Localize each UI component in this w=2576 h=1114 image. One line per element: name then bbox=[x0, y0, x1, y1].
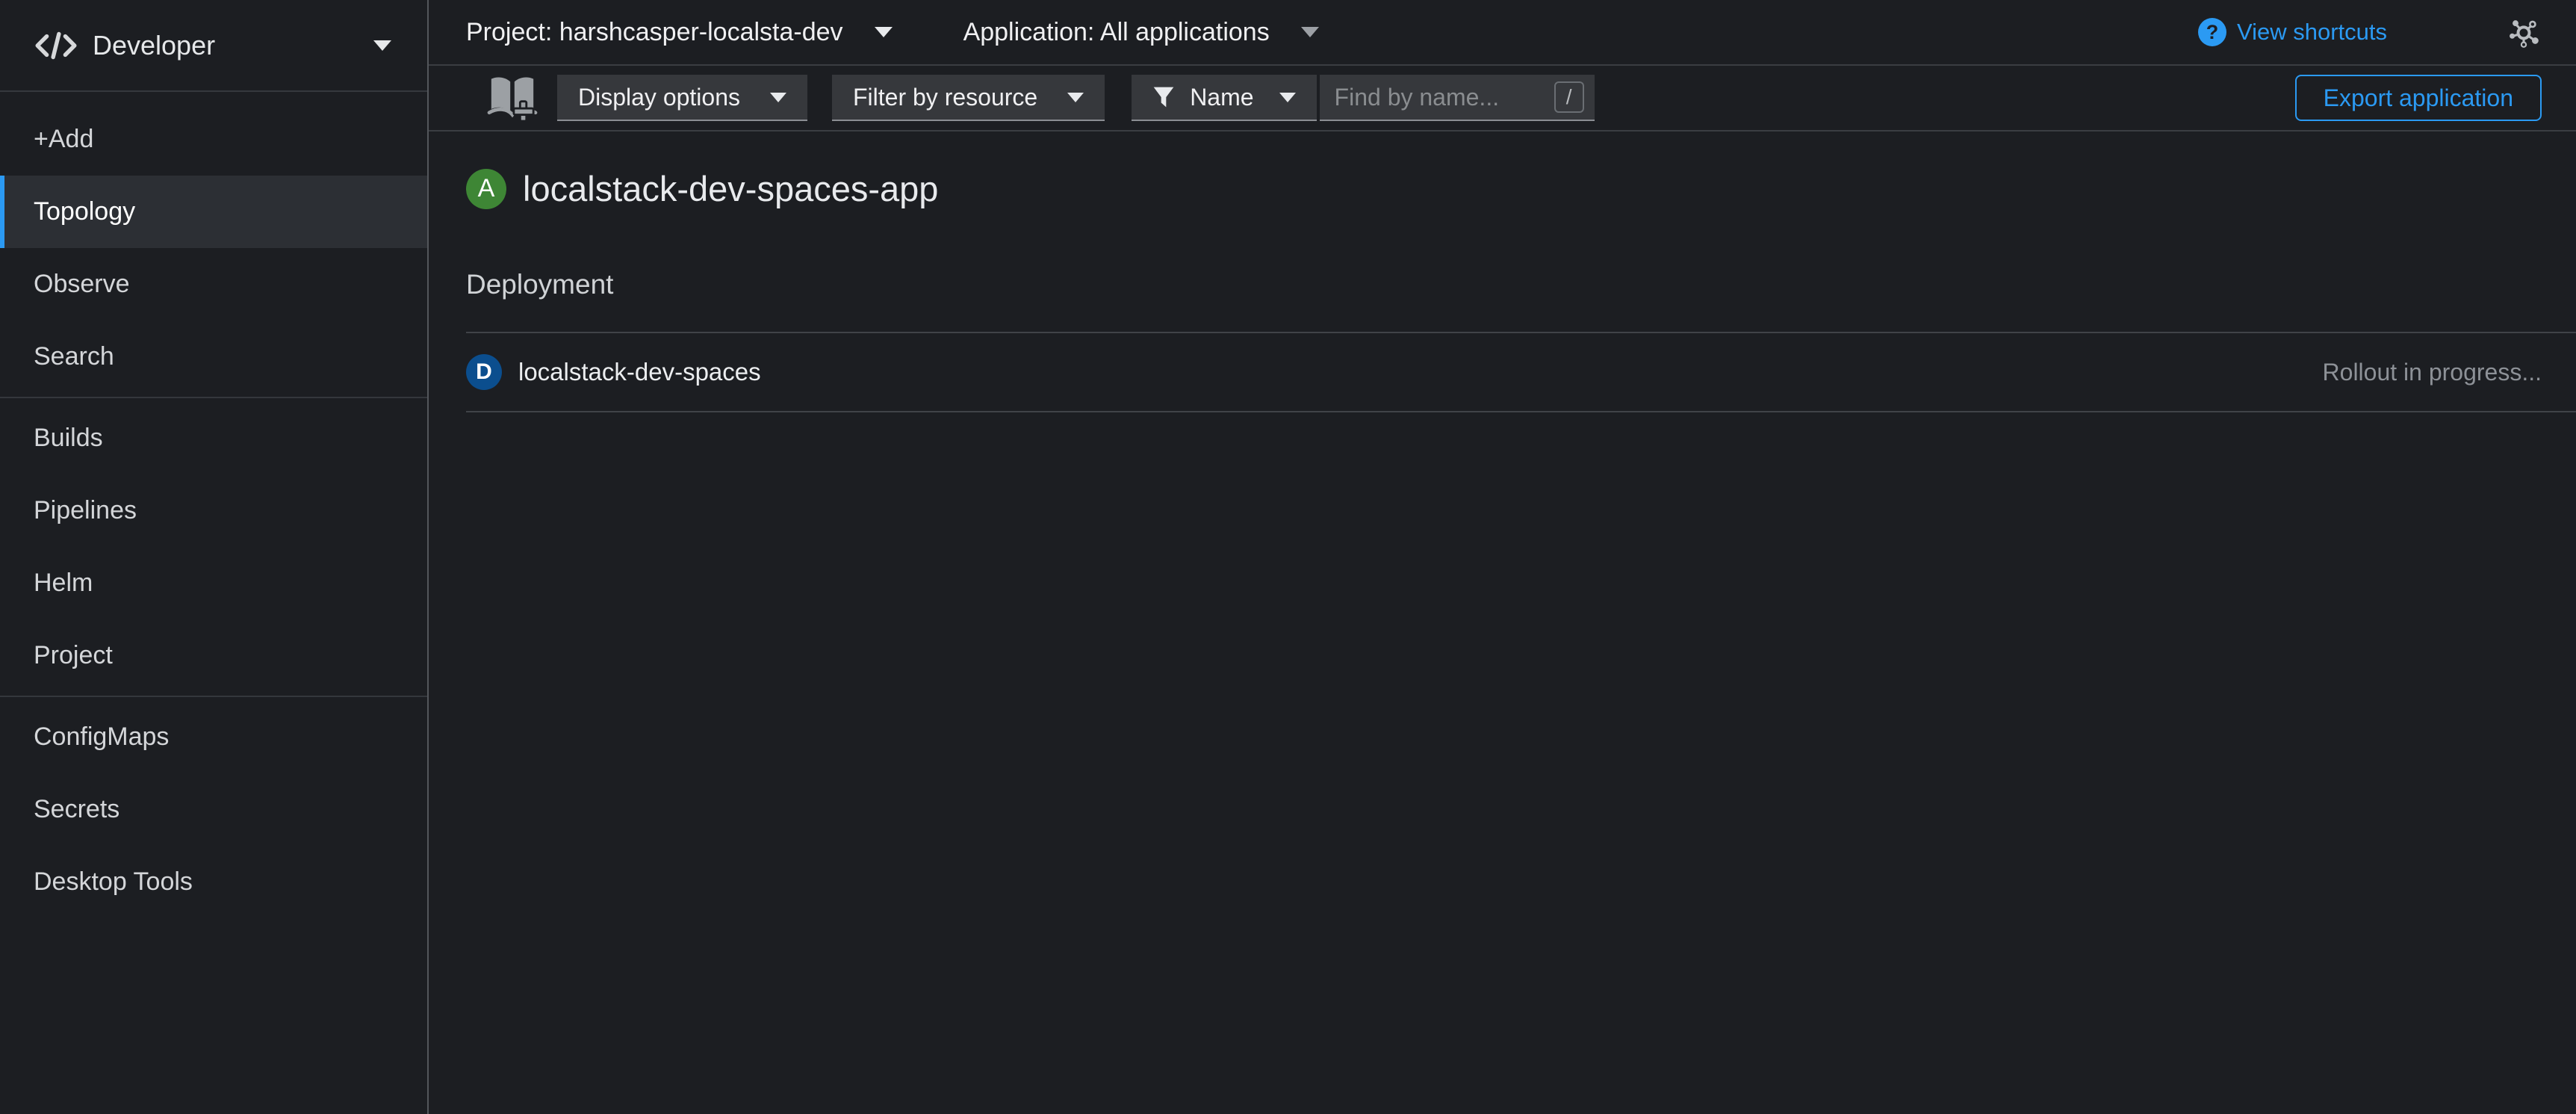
chevron-down-icon bbox=[875, 27, 893, 37]
resource-name: localstack-dev-spaces bbox=[518, 358, 761, 386]
sidebar-item-search[interactable]: Search bbox=[0, 321, 427, 393]
view-shortcuts-link[interactable]: ? View shortcuts bbox=[2198, 18, 2387, 46]
chevron-down-icon bbox=[1301, 27, 1319, 37]
sidebar-nav: +Add Topology Observe Search Builds Pipe… bbox=[0, 92, 427, 918]
deployment-badge: D bbox=[466, 354, 502, 390]
sidebar-divider bbox=[0, 696, 427, 697]
resource-list: D localstack-dev-spaces Rollout in progr… bbox=[466, 332, 2576, 412]
help-icon: ? bbox=[2198, 18, 2226, 46]
sidebar-item-pipelines[interactable]: Pipelines bbox=[0, 474, 427, 547]
filter-by-resource-dropdown[interactable]: Filter by resource bbox=[832, 75, 1105, 121]
main-area: Project: harshcasper-localsta-dev Applic… bbox=[429, 0, 2576, 1114]
topology-list-view: A localstack-dev-spaces-app Deployment D… bbox=[429, 131, 2576, 1114]
sidebar-item-helm[interactable]: Helm bbox=[0, 547, 427, 619]
openshift-console: Developer +Add Topology Observe Search B… bbox=[0, 0, 2576, 1114]
topology-toolbar: Display options Filter by resource Name bbox=[429, 66, 2576, 131]
sidebar-item-observe[interactable]: Observe bbox=[0, 248, 427, 321]
sidebar-item-project[interactable]: Project bbox=[0, 619, 427, 692]
view-shortcuts-label: View shortcuts bbox=[2237, 19, 2387, 46]
chevron-down-icon bbox=[1279, 93, 1296, 102]
application-selector[interactable]: Application: All applications bbox=[963, 18, 1319, 47]
chevron-down-icon bbox=[1067, 93, 1084, 102]
slash-shortcut-key: / bbox=[1554, 81, 1584, 114]
find-by-name-box: / bbox=[1320, 75, 1595, 121]
perspective-switcher[interactable]: Developer bbox=[0, 0, 427, 92]
name-filter-label: Name bbox=[1190, 84, 1253, 111]
application-badge: A bbox=[466, 169, 506, 209]
perspective-label: Developer bbox=[93, 30, 373, 61]
filter-icon bbox=[1152, 86, 1175, 108]
application-selector-label: Application: All applications bbox=[963, 18, 1270, 47]
project-selector-label: Project: harshcasper-localsta-dev bbox=[466, 18, 843, 47]
display-options-label: Display options bbox=[578, 84, 740, 111]
application-group-header: A localstack-dev-spaces-app bbox=[466, 168, 2576, 209]
name-filter-group: Name / bbox=[1132, 75, 1594, 121]
name-filter-dropdown[interactable]: Name bbox=[1132, 75, 1316, 121]
sidebar-item-builds[interactable]: Builds bbox=[0, 402, 427, 474]
deployment-section-heading: Deployment bbox=[466, 269, 2576, 300]
project-selector[interactable]: Project: harshcasper-localsta-dev bbox=[466, 18, 893, 47]
resource-status: Rollout in progress... bbox=[2323, 359, 2542, 386]
sidebar-divider bbox=[0, 397, 427, 398]
sidebar-item-desktop-tools[interactable]: Desktop Tools bbox=[0, 846, 427, 918]
sidebar: Developer +Add Topology Observe Search B… bbox=[0, 0, 429, 1114]
find-by-name-input[interactable] bbox=[1335, 84, 1554, 111]
sidebar-item-add[interactable]: +Add bbox=[0, 103, 427, 176]
guided-tour-book-icon[interactable] bbox=[487, 75, 538, 121]
topology-view-icon[interactable] bbox=[2507, 16, 2541, 49]
sidebar-item-secrets[interactable]: Secrets bbox=[0, 773, 427, 846]
context-bar: Project: harshcasper-localsta-dev Applic… bbox=[429, 0, 2576, 66]
sidebar-item-configmaps[interactable]: ConfigMaps bbox=[0, 701, 427, 773]
display-options-dropdown[interactable]: Display options bbox=[557, 75, 807, 121]
chevron-down-icon bbox=[373, 40, 391, 51]
code-icon bbox=[33, 31, 79, 61]
filter-by-resource-label: Filter by resource bbox=[853, 84, 1037, 111]
export-application-button[interactable]: Export application bbox=[2295, 75, 2542, 121]
sidebar-item-topology[interactable]: Topology bbox=[0, 176, 427, 248]
resource-row[interactable]: D localstack-dev-spaces Rollout in progr… bbox=[466, 332, 2576, 412]
application-title: localstack-dev-spaces-app bbox=[523, 168, 938, 209]
chevron-down-icon bbox=[770, 93, 786, 102]
